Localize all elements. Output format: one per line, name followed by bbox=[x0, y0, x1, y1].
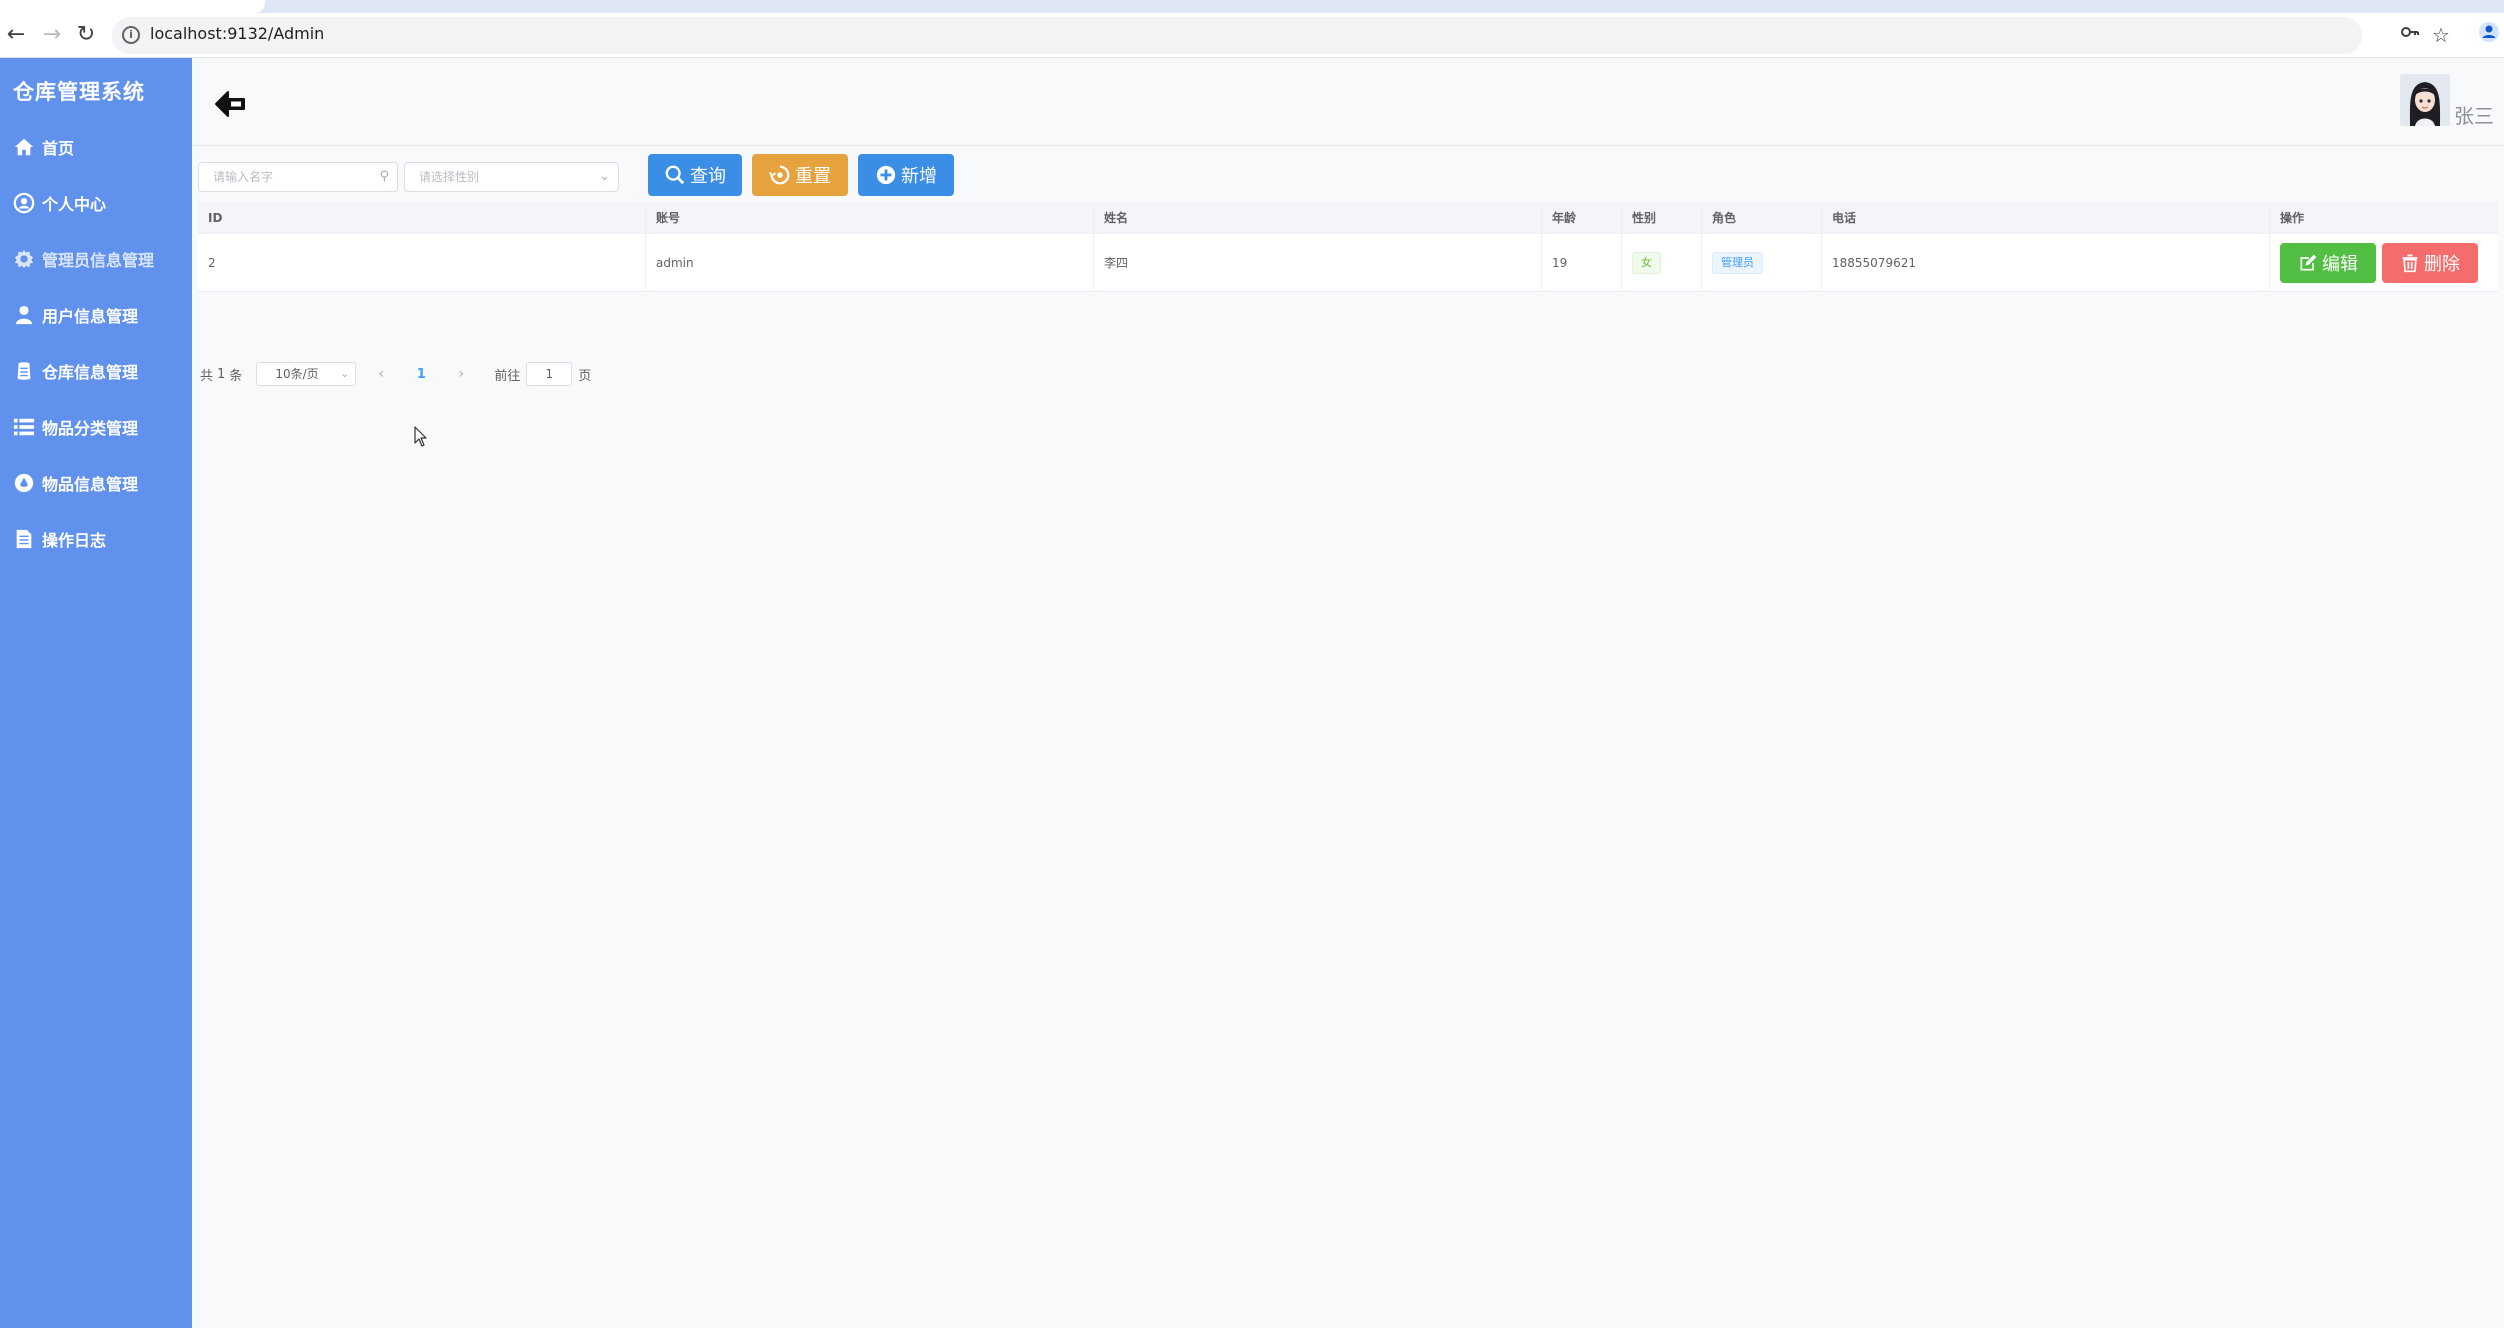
star-icon[interactable]: ☆ bbox=[2432, 21, 2450, 49]
browser-tabstrip bbox=[0, 0, 2504, 13]
search-icon bbox=[665, 165, 685, 185]
sidebar-item-warehouse-info[interactable]: 仓库信息管理 bbox=[0, 346, 192, 396]
pagination: 共 1 条 10条/页 ⌄ ‹ 1 › 前往 1 页 bbox=[200, 362, 591, 386]
reset-button-label: 重置 bbox=[795, 166, 831, 187]
role-tag: 管理员 bbox=[1712, 251, 1763, 274]
sidebar-item-operation-log[interactable]: 操作日志 bbox=[0, 514, 192, 564]
arrow-left-icon[interactable]: ← bbox=[2, 21, 30, 49]
sidebar-item-label: 管理员信息管理 bbox=[42, 251, 155, 270]
add-button[interactable]: 新增 bbox=[858, 154, 954, 196]
profile-icon[interactable] bbox=[2478, 21, 2500, 50]
column-header-id: ID bbox=[198, 202, 646, 233]
name-search-placeholder: 请输入名字 bbox=[213, 170, 274, 184]
info-icon[interactable]: i bbox=[122, 26, 140, 44]
edit-button-label: 编辑 bbox=[2322, 253, 2358, 275]
sidebar-item-goods-info[interactable]: 物品信息管理 bbox=[0, 458, 192, 508]
warehouse-icon bbox=[12, 359, 36, 383]
sidebar-item-label: 首页 bbox=[42, 139, 75, 158]
chevron-down-icon: ⌄ bbox=[599, 169, 610, 184]
sidebar-item-label: 用户信息管理 bbox=[42, 307, 139, 326]
search-button[interactable]: 查询 bbox=[648, 154, 742, 196]
add-icon bbox=[876, 165, 896, 185]
sidebar-item-user-info[interactable]: 用户信息管理 bbox=[0, 290, 192, 340]
sidebar-item-category[interactable]: 物品分类管理 bbox=[0, 402, 192, 452]
document-icon bbox=[12, 527, 36, 551]
mouse-cursor-icon bbox=[414, 426, 427, 447]
sidebar-item-label: 物品信息管理 bbox=[42, 475, 139, 494]
gender-select-placeholder: 请选择性别 bbox=[419, 170, 480, 184]
main-content: 张三 请输入名字 ⚲ 请选择性别 ⌄ 查询 重置 新增 ID 账号 姓名 年龄 … bbox=[192, 58, 2504, 1328]
page-size-select[interactable]: 10条/页 ⌄ bbox=[256, 362, 357, 386]
url-bar[interactable]: i localhost:9132/Admin bbox=[112, 17, 2362, 54]
avatar[interactable] bbox=[2400, 74, 2450, 126]
drop-icon bbox=[12, 471, 36, 495]
edit-button[interactable]: 编辑 bbox=[2280, 242, 2376, 283]
back-arrow-icon[interactable] bbox=[212, 86, 248, 122]
reload-icon[interactable]: ↻ bbox=[72, 21, 100, 49]
column-header-gender: 性别 bbox=[1622, 202, 1702, 233]
cell-gender: 女 bbox=[1622, 234, 1702, 291]
sidebar-item-label: 仓库信息管理 bbox=[42, 363, 139, 382]
search-icon: ⚲ bbox=[379, 169, 389, 184]
goto-suffix: 页 bbox=[578, 368, 592, 384]
reset-icon bbox=[769, 165, 790, 185]
edit-icon bbox=[2300, 254, 2317, 270]
gender-tag: 女 bbox=[1632, 251, 1661, 274]
cell-age: 19 bbox=[1542, 234, 1622, 291]
cell-phone: 18855079621 bbox=[1822, 234, 2270, 291]
sidebar-item-admin-info[interactable]: 管理员信息管理 bbox=[0, 234, 192, 284]
prev-page-icon[interactable]: ‹ bbox=[370, 366, 392, 382]
delete-button[interactable]: 删除 bbox=[2382, 242, 2478, 283]
sidebar-item-profile[interactable]: 个人中心 bbox=[0, 178, 192, 228]
gear-icon bbox=[12, 247, 36, 271]
search-button-label: 查询 bbox=[690, 166, 726, 187]
top-header: 张三 bbox=[192, 58, 2504, 146]
cell-actions: 编辑 删除 bbox=[2270, 234, 2498, 291]
sidebar: 仓库管理系统 首页 个人中心 管理员信息管理 用户信息管理 仓库信息管理 物品分… bbox=[0, 58, 192, 1328]
pagination-total-prefix: 共 bbox=[200, 368, 214, 384]
url-text[interactable]: localhost:9132/Admin bbox=[150, 24, 324, 43]
browser-addressbar: ← → ↻ i localhost:9132/Admin ☆ bbox=[0, 13, 2504, 58]
page-number[interactable]: 1 bbox=[406, 367, 436, 382]
arrow-right-icon[interactable]: → bbox=[38, 21, 66, 49]
pagination-total: 1 bbox=[217, 366, 226, 382]
column-header-actions: 操作 bbox=[2280, 211, 2305, 225]
cell-id: 2 bbox=[198, 234, 646, 291]
column-header-role: 角色 bbox=[1702, 202, 1822, 233]
user-icon bbox=[12, 303, 36, 327]
add-button-label: 新增 bbox=[901, 166, 937, 187]
sidebar-item-home[interactable]: 首页 bbox=[0, 122, 192, 172]
chevron-down-icon: ⌄ bbox=[340, 367, 350, 380]
sidebar-item-label: 操作日志 bbox=[42, 531, 107, 550]
list-icon bbox=[12, 415, 36, 439]
goto-page-input[interactable]: 1 bbox=[526, 362, 573, 386]
column-header-name: 姓名 bbox=[1094, 202, 1542, 233]
admin-table: ID 账号 姓名 年龄 性别 角色 电话 操作 2 admin 李四 19 女 … bbox=[198, 202, 2498, 292]
cell-role: 管理员 bbox=[1702, 234, 1822, 291]
column-header-account: 账号 bbox=[646, 202, 1094, 233]
sidebar-item-label: 物品分类管理 bbox=[42, 419, 139, 438]
cell-name: 李四 bbox=[1094, 234, 1542, 291]
browser-tab[interactable] bbox=[0, 0, 265, 13]
reset-button[interactable]: 重置 bbox=[752, 154, 848, 196]
user-circle-icon bbox=[12, 191, 36, 215]
column-header-age: 年龄 bbox=[1542, 202, 1622, 233]
cell-account: admin bbox=[646, 234, 1094, 291]
trash-icon bbox=[2402, 254, 2418, 272]
key-icon[interactable] bbox=[2400, 21, 2420, 49]
page-size-value: 10条/页 bbox=[275, 367, 319, 381]
goto-prefix: 前往 bbox=[494, 368, 521, 384]
table-header: ID 账号 姓名 年龄 性别 角色 电话 操作 bbox=[198, 202, 2498, 234]
delete-button-label: 删除 bbox=[2424, 253, 2460, 275]
username[interactable]: 张三 bbox=[2454, 100, 2494, 129]
sidebar-item-label: 个人中心 bbox=[42, 195, 107, 214]
brand-title: 仓库管理系统 bbox=[13, 80, 145, 104]
home-icon bbox=[12, 135, 36, 159]
gender-select[interactable]: 请选择性别 ⌄ bbox=[404, 162, 619, 192]
column-header-phone: 电话 bbox=[1822, 202, 2270, 233]
table-row: 2 admin 李四 19 女 管理员 18855079621 编辑 删除 bbox=[198, 234, 2498, 292]
next-page-icon[interactable]: › bbox=[450, 366, 472, 382]
name-search-input[interactable]: 请输入名字 ⚲ bbox=[198, 162, 398, 192]
pagination-total-suffix: 条 bbox=[229, 368, 243, 384]
